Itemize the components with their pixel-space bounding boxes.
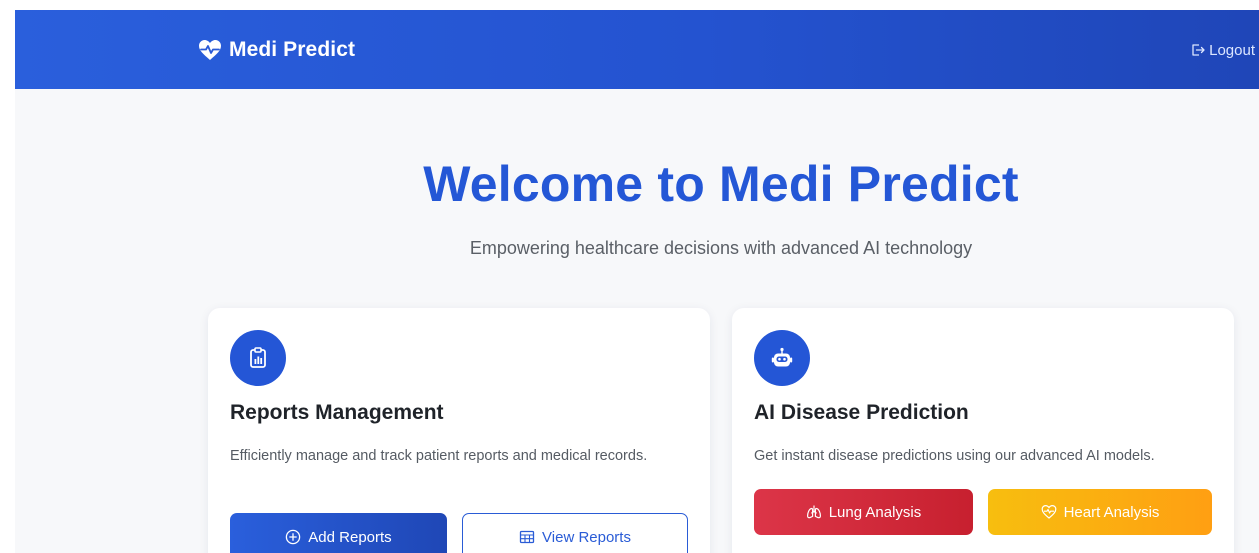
- heart-pulse-icon: [1041, 504, 1056, 519]
- card-title: AI Disease Prediction: [754, 401, 969, 424]
- heart-analysis-button[interactable]: Heart Analysis: [988, 489, 1212, 535]
- brand-name: Medi Predict: [229, 38, 356, 61]
- brand-link[interactable]: Medi Predict: [198, 35, 355, 65]
- card-description: Get instant disease predictions using ou…: [754, 448, 1155, 464]
- hero-subtitle: Empowering healthcare decisions with adv…: [469, 238, 973, 258]
- lung-analysis-button[interactable]: Lung Analysis: [754, 489, 973, 535]
- logout-label: Logout: [1209, 41, 1255, 59]
- heart-pulse-icon: [198, 39, 222, 61]
- lungs-icon: [806, 505, 821, 519]
- view-reports-button[interactable]: View Reports: [462, 513, 688, 553]
- card-title: Reports Management: [230, 401, 444, 424]
- plus-circle-icon: [286, 529, 301, 545]
- clipboard-chart-icon: [230, 330, 286, 386]
- ai-disease-prediction-card: AI Disease Prediction Get instant diseas…: [732, 308, 1234, 553]
- table-icon: [519, 530, 535, 544]
- heart-analysis-label: Heart Analysis: [1063, 503, 1160, 521]
- view-reports-label: View Reports: [542, 528, 631, 546]
- hero-title: Welcome to Medi Predict: [423, 156, 1019, 212]
- robot-icon: [754, 330, 810, 386]
- card-description: Efficiently manage and track patient rep…: [230, 448, 648, 464]
- logout-button[interactable]: Logout: [1190, 40, 1255, 60]
- navbar: Medi Predict Logout: [15, 10, 1259, 89]
- add-reports-button[interactable]: Add Reports: [230, 513, 447, 553]
- add-reports-label: Add Reports: [308, 528, 392, 546]
- page: Medi Predict Logout Welcome to Medi Pred…: [15, 10, 1259, 553]
- logout-icon: [1192, 44, 1205, 56]
- lung-analysis-label: Lung Analysis: [828, 503, 922, 521]
- reports-management-card: Reports Management Efficiently manage an…: [208, 308, 710, 553]
